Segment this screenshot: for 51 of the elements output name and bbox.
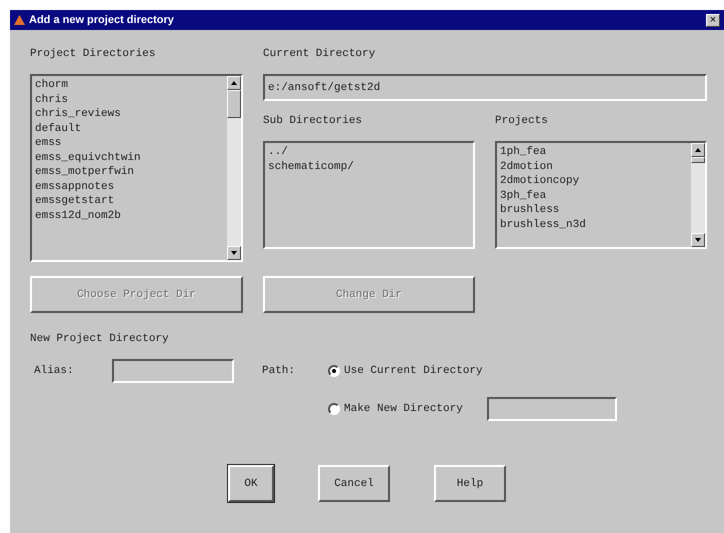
list-item[interactable]: brushless	[500, 203, 688, 218]
list-item[interactable]: emss	[35, 136, 224, 150]
new-directory-field[interactable]	[486, 397, 617, 421]
down-arrow-icon	[695, 238, 701, 242]
up-arrow-icon	[695, 148, 701, 152]
list-item[interactable]: brushless_n3d	[500, 218, 688, 232]
scrollbar[interactable]	[691, 143, 705, 247]
scroll-down-button[interactable]	[691, 233, 705, 247]
list-item[interactable]: chris	[35, 92, 224, 107]
list-item[interactable]: chorm	[35, 78, 224, 92]
list-item[interactable]: chris_reviews	[35, 107, 224, 122]
path-label: Path:	[262, 365, 296, 377]
alias-label: Alias:	[33, 365, 75, 377]
down-arrow-icon	[231, 251, 237, 255]
list-item[interactable]: emss12d_nom2b	[35, 208, 224, 223]
projects-list[interactable]: 1ph_fea 2dmotion 2dmotioncopy 3ph_fea brushless brushless_n3d	[495, 141, 707, 249]
radio-option[interactable]: Make New Directory	[328, 403, 463, 415]
warning-triangle-icon	[14, 15, 25, 25]
scrollbar[interactable]	[227, 76, 241, 260]
section-label: Current Directory	[263, 48, 376, 60]
project-directories-list[interactable]: chorm chris chris_reviews default emss emss_equivchtwin emss_motperfwin emssappnotes emssgetstart emss12d_nom2b	[30, 74, 243, 262]
scroll-thumb[interactable]	[691, 157, 705, 163]
list-item[interactable]: emssappnotes	[35, 180, 224, 194]
up-arrow-icon	[231, 81, 237, 85]
window-title: Add a new project directory	[29, 14, 175, 26]
close-button[interactable]: ×	[706, 14, 720, 26]
list-item[interactable]: ../	[268, 145, 470, 160]
list-item[interactable]: default	[35, 122, 224, 136]
list-item[interactable]: emss_motperfwin	[35, 165, 224, 180]
list-item[interactable]: 3ph_fea	[500, 188, 688, 203]
scroll-up-button[interactable]	[227, 76, 241, 90]
list-item[interactable]: schematicomp/	[268, 160, 470, 174]
dialog-button[interactable]: OK	[228, 465, 274, 502]
section-label: Projects	[495, 115, 549, 127]
current-directory-field[interactable]: e:/ansoft/getst2d	[263, 74, 707, 101]
section-label: New Project Directory	[30, 333, 169, 345]
section-label: Sub Directories	[263, 115, 364, 127]
dialog-button[interactable]: Cancel	[318, 465, 390, 502]
scroll-down-button[interactable]	[227, 246, 241, 260]
scroll-up-button[interactable]	[691, 143, 705, 157]
sub-directories-list[interactable]: ../ schematicomp/	[263, 141, 475, 249]
list-item[interactable]: 1ph_fea	[500, 145, 688, 160]
list-item[interactable]: 2dmotioncopy	[500, 174, 688, 188]
dialog-button[interactable]: Help	[434, 465, 506, 502]
list-item[interactable]: emssgetstart	[35, 194, 224, 208]
list-item[interactable]: emss_equivchtwin	[35, 150, 224, 165]
section-label: Project Directories	[30, 48, 156, 60]
scroll-thumb[interactable]	[227, 90, 241, 118]
radio-option[interactable]: Use Current Directory	[328, 365, 483, 377]
list-item[interactable]: 2dmotion	[500, 160, 688, 174]
alias-field[interactable]	[112, 359, 234, 383]
